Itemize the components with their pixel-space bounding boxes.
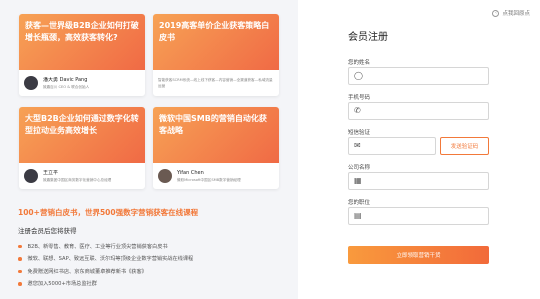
- back-icon: ‹: [492, 9, 500, 17]
- card-title: 2019高客单价企业获客策略白皮书: [159, 21, 270, 42]
- id-card-icon: ▤: [354, 211, 362, 220]
- card-title: 获客—世界级B2B企业如何打破增长瓶颈，高效获客转化?: [25, 21, 139, 42]
- position-input[interactable]: [365, 208, 488, 224]
- phone-icon: ✆: [354, 106, 361, 115]
- benefits-list: B2B、新零售、教育、医疗、工业等行业顶尖营销获客白皮书 微软、联想、SAP、致…: [18, 240, 193, 290]
- card-banner: 微软中国SMB的营销自动化获客战略: [153, 107, 279, 163]
- author-desc: 智能获客SCRM系统—线上线下获客—内容营销—全渠道获客—私域流量运营: [158, 78, 273, 88]
- benefits-title: 注册会员后您将获得: [18, 227, 77, 235]
- benefit-text: 邀您加入5000+市场总监社群: [27, 281, 97, 288]
- card-author: 智能获客SCRM系统—线上线下获客—内容营销—全渠道获客—私域流量运营: [153, 70, 279, 96]
- back-link-label: 点我回原点: [502, 11, 530, 17]
- code-input[interactable]: [364, 138, 440, 154]
- company-field[interactable]: ▦: [348, 172, 489, 190]
- phone-input[interactable]: [364, 103, 488, 119]
- card-title: 微软中国SMB的营销自动化获客战略: [159, 114, 267, 135]
- name-input[interactable]: [366, 68, 488, 84]
- whitepaper-card[interactable]: 2019高客单价企业获客策略白皮书 智能获客SCRM系统—线上线下获客—内容营销…: [153, 14, 279, 96]
- whitepaper-card[interactable]: 微软中国SMB的营销自动化获客战略 Yifan Chen 微软Microsoft…: [153, 107, 279, 189]
- bullet-icon: [18, 269, 22, 273]
- avatar: [158, 169, 172, 183]
- list-item: 邀您加入5000+市场总监社群: [18, 278, 193, 291]
- section-title: 100+营销白皮书，世界500强数字营销获客在线课程: [18, 208, 199, 217]
- send-code-button[interactable]: 发送验证码: [440, 137, 489, 155]
- author-name: 王立平: [43, 169, 59, 176]
- company-input[interactable]: [365, 173, 488, 189]
- mail-icon: ✉: [354, 141, 361, 150]
- list-item: 免费赠送网红书店、京东商城董卓推荐新书《获客》: [18, 265, 193, 278]
- submit-button[interactable]: 立即领取营销干货: [348, 246, 489, 264]
- card-author: Yifan Chen 微软Microsoft中国区SMB数字营销经理: [153, 163, 279, 189]
- author-name: 潘大勇 Davic Pang: [43, 76, 88, 83]
- benefit-text: B2B、新零售、教育、医疗、工业等行业顶尖营销获客白皮书: [27, 243, 168, 250]
- card-author: 潘大勇 Davic Pang 致趣百川 CEO & 联合创始人: [19, 70, 145, 96]
- whitepaper-card[interactable]: 获客—世界级B2B企业如何打破增长瓶颈，高效获客转化? 潘大勇 Davic Pa…: [19, 14, 145, 96]
- position-field[interactable]: ▤: [348, 207, 489, 225]
- author-desc: 致趣百川 CEO & 联合创始人: [43, 84, 90, 89]
- registration-panel: ‹ 点我回原点 会员注册 您的姓名 ◯ 手机号码 ✆ 短信验证 ✉ 发送验证码 …: [298, 0, 540, 299]
- card-banner: 大型B2B企业如何通过数字化转型拉动业务高效增长: [19, 107, 145, 163]
- list-item: B2B、新零售、教育、医疗、工业等行业顶尖营销获客白皮书: [18, 240, 193, 253]
- benefit-text: 免费赠送网红书店、京东商城董卓推荐新书《获客》: [27, 268, 147, 275]
- content-panel: 获客—世界级B2B企业如何打破增长瓶颈，高效获客转化? 潘大勇 Davic Pa…: [0, 0, 298, 299]
- user-icon: ◯: [354, 71, 363, 80]
- company-label: 公司名称: [348, 165, 371, 171]
- author-desc: 微软Microsoft中国区SMB数字营销经理: [177, 177, 241, 182]
- name-field[interactable]: ◯: [348, 67, 489, 85]
- name-label: 您的姓名: [348, 60, 371, 66]
- code-field[interactable]: ✉: [348, 137, 440, 155]
- avatar: [24, 76, 38, 90]
- phone-label: 手机号码: [348, 95, 371, 101]
- avatar: [24, 169, 38, 183]
- card-title: 大型B2B企业如何通过数字化转型拉动业务高效增长: [25, 114, 139, 135]
- bullet-icon: [18, 244, 22, 248]
- whitepaper-card[interactable]: 大型B2B企业如何通过数字化转型拉动业务高效增长 王立平 致趣集团中国区商务数字…: [19, 107, 145, 189]
- card-author: 王立平 致趣集团中国区商务数字化营销中心总经理: [19, 163, 145, 189]
- card-banner: 获客—世界级B2B企业如何打破增长瓶颈，高效获客转化?: [19, 14, 145, 70]
- author-desc: 致趣集团中国区商务数字化营销中心总经理: [43, 177, 112, 182]
- bullet-icon: [18, 257, 22, 261]
- code-label: 短信验证: [348, 130, 371, 136]
- benefit-text: 微软、联想、SAP、致远互联、沃尔玛等顶级企业数字营销实战在线课程: [27, 256, 194, 263]
- building-icon: ▦: [354, 176, 362, 185]
- author-name: Yifan Chen: [177, 169, 204, 176]
- list-item: 微软、联想、SAP、致远互联、沃尔玛等顶级企业数字营销实战在线课程: [18, 253, 193, 266]
- back-link[interactable]: ‹ 点我回原点: [492, 9, 530, 17]
- form-title: 会员注册: [348, 32, 388, 43]
- bullet-icon: [18, 282, 22, 286]
- position-label: 您的职位: [348, 200, 371, 206]
- card-banner: 2019高客单价企业获客策略白皮书: [153, 14, 279, 70]
- phone-field[interactable]: ✆: [348, 102, 489, 120]
